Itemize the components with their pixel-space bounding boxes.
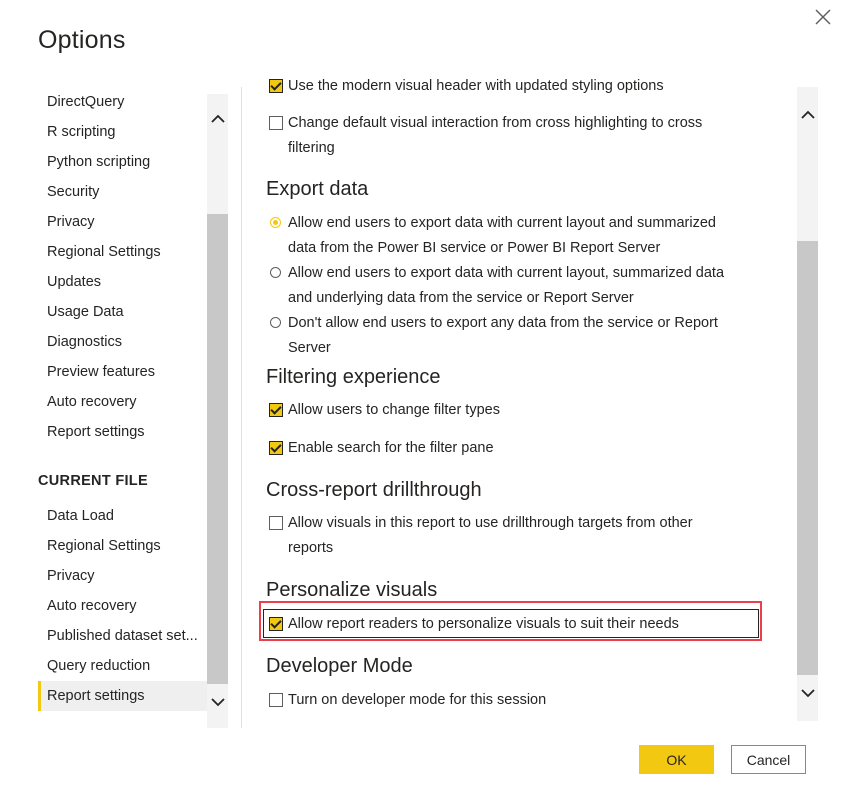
drillthrough-targets-option[interactable]: Allow visuals in this report to use dril… xyxy=(266,511,736,561)
nav-scrollbar[interactable] xyxy=(207,94,228,728)
filter-pane-search-option[interactable]: Enable search for the filter pane xyxy=(266,436,736,461)
export-summarized-option[interactable]: Allow end users to export data with curr… xyxy=(266,211,736,261)
export-none-option[interactable]: Don't allow end users to export any data… xyxy=(266,311,736,361)
nav-item-directquery[interactable]: DirectQuery xyxy=(38,87,207,117)
content-scroll-up-icon[interactable] xyxy=(797,104,818,124)
export-underlying-option[interactable]: Allow end users to export data with curr… xyxy=(266,261,736,311)
nav-scroll-down-icon[interactable] xyxy=(207,692,228,712)
modern-visual-header-option[interactable]: Use the modern visual header with update… xyxy=(266,74,736,99)
developer-mode-heading: Developer Mode xyxy=(266,655,413,677)
nav-item-preview-features[interactable]: Preview features xyxy=(38,357,207,387)
nav-item-usage-data[interactable]: Usage Data xyxy=(38,297,207,327)
current-file-heading: CURRENT FILE xyxy=(38,473,148,489)
export-data-heading: Export data xyxy=(266,178,369,200)
nav-item-r-scripting[interactable]: R scripting xyxy=(38,117,207,147)
checkbox-unchecked-icon[interactable] xyxy=(269,693,283,707)
nav-item-regional-settings[interactable]: Regional Settings xyxy=(38,237,207,267)
nav-scroll-up-icon[interactable] xyxy=(207,108,228,128)
nav-item-updates[interactable]: Updates xyxy=(38,267,207,297)
content-scroll-down-icon[interactable] xyxy=(797,683,818,703)
nav-item-query-reduction[interactable]: Query reduction xyxy=(38,651,207,681)
personalize-visuals-option[interactable]: Allow report readers to personalize visu… xyxy=(266,612,736,637)
ok-button[interactable]: OK xyxy=(639,745,714,774)
dialog-title: Options xyxy=(38,26,126,54)
checkbox-checked-icon[interactable] xyxy=(269,441,283,455)
nav-item-current-privacy[interactable]: Privacy xyxy=(38,561,207,591)
nav-item-security[interactable]: Security xyxy=(38,177,207,207)
checkbox-checked-icon[interactable] xyxy=(269,403,283,417)
nav-item-current-auto-recovery[interactable]: Auto recovery xyxy=(38,591,207,621)
nav-item-privacy[interactable]: Privacy xyxy=(38,207,207,237)
checkbox-unchecked-icon[interactable] xyxy=(269,116,283,130)
nav-item-current-report-settings[interactable]: Report settings xyxy=(38,681,207,711)
cancel-button[interactable]: Cancel xyxy=(731,745,806,774)
pane-divider xyxy=(241,87,242,728)
nav-item-report-settings[interactable]: Report settings xyxy=(38,417,207,447)
cross-filtering-option[interactable]: Change default visual interaction from c… xyxy=(266,111,736,161)
options-nav: DirectQuery R scripting Python scripting… xyxy=(38,87,228,728)
nav-item-python-scripting[interactable]: Python scripting xyxy=(38,147,207,177)
change-filter-types-option[interactable]: Allow users to change filter types xyxy=(266,398,736,423)
nav-item-auto-recovery[interactable]: Auto recovery xyxy=(38,387,207,417)
nav-item-data-load[interactable]: Data Load xyxy=(38,501,207,531)
options-dialog: Options DirectQuery R scripting Python s… xyxy=(0,0,843,811)
radio-unselected-icon[interactable] xyxy=(270,317,281,328)
cross-report-drillthrough-heading: Cross-report drillthrough xyxy=(266,479,482,501)
personalize-visuals-heading: Personalize visuals xyxy=(266,579,438,601)
content-scroll-thumb[interactable] xyxy=(797,241,818,675)
checkbox-checked-icon[interactable] xyxy=(269,79,283,93)
content-scrollbar[interactable] xyxy=(797,87,818,721)
nav-scroll-thumb[interactable] xyxy=(207,214,228,684)
developer-mode-option[interactable]: Turn on developer mode for this session xyxy=(266,688,736,713)
checkbox-checked-icon[interactable] xyxy=(269,617,283,631)
checkbox-unchecked-icon[interactable] xyxy=(269,516,283,530)
filtering-experience-heading: Filtering experience xyxy=(266,366,441,388)
nav-item-diagnostics[interactable]: Diagnostics xyxy=(38,327,207,357)
close-icon[interactable] xyxy=(812,6,834,28)
nav-item-published-dataset-settings[interactable]: Published dataset set... xyxy=(38,621,207,651)
radio-selected-icon[interactable] xyxy=(270,217,281,228)
nav-item-current-regional-settings[interactable]: Regional Settings xyxy=(38,531,207,561)
radio-unselected-icon[interactable] xyxy=(270,267,281,278)
report-settings-pane: Use the modern visual header with update… xyxy=(263,74,793,724)
